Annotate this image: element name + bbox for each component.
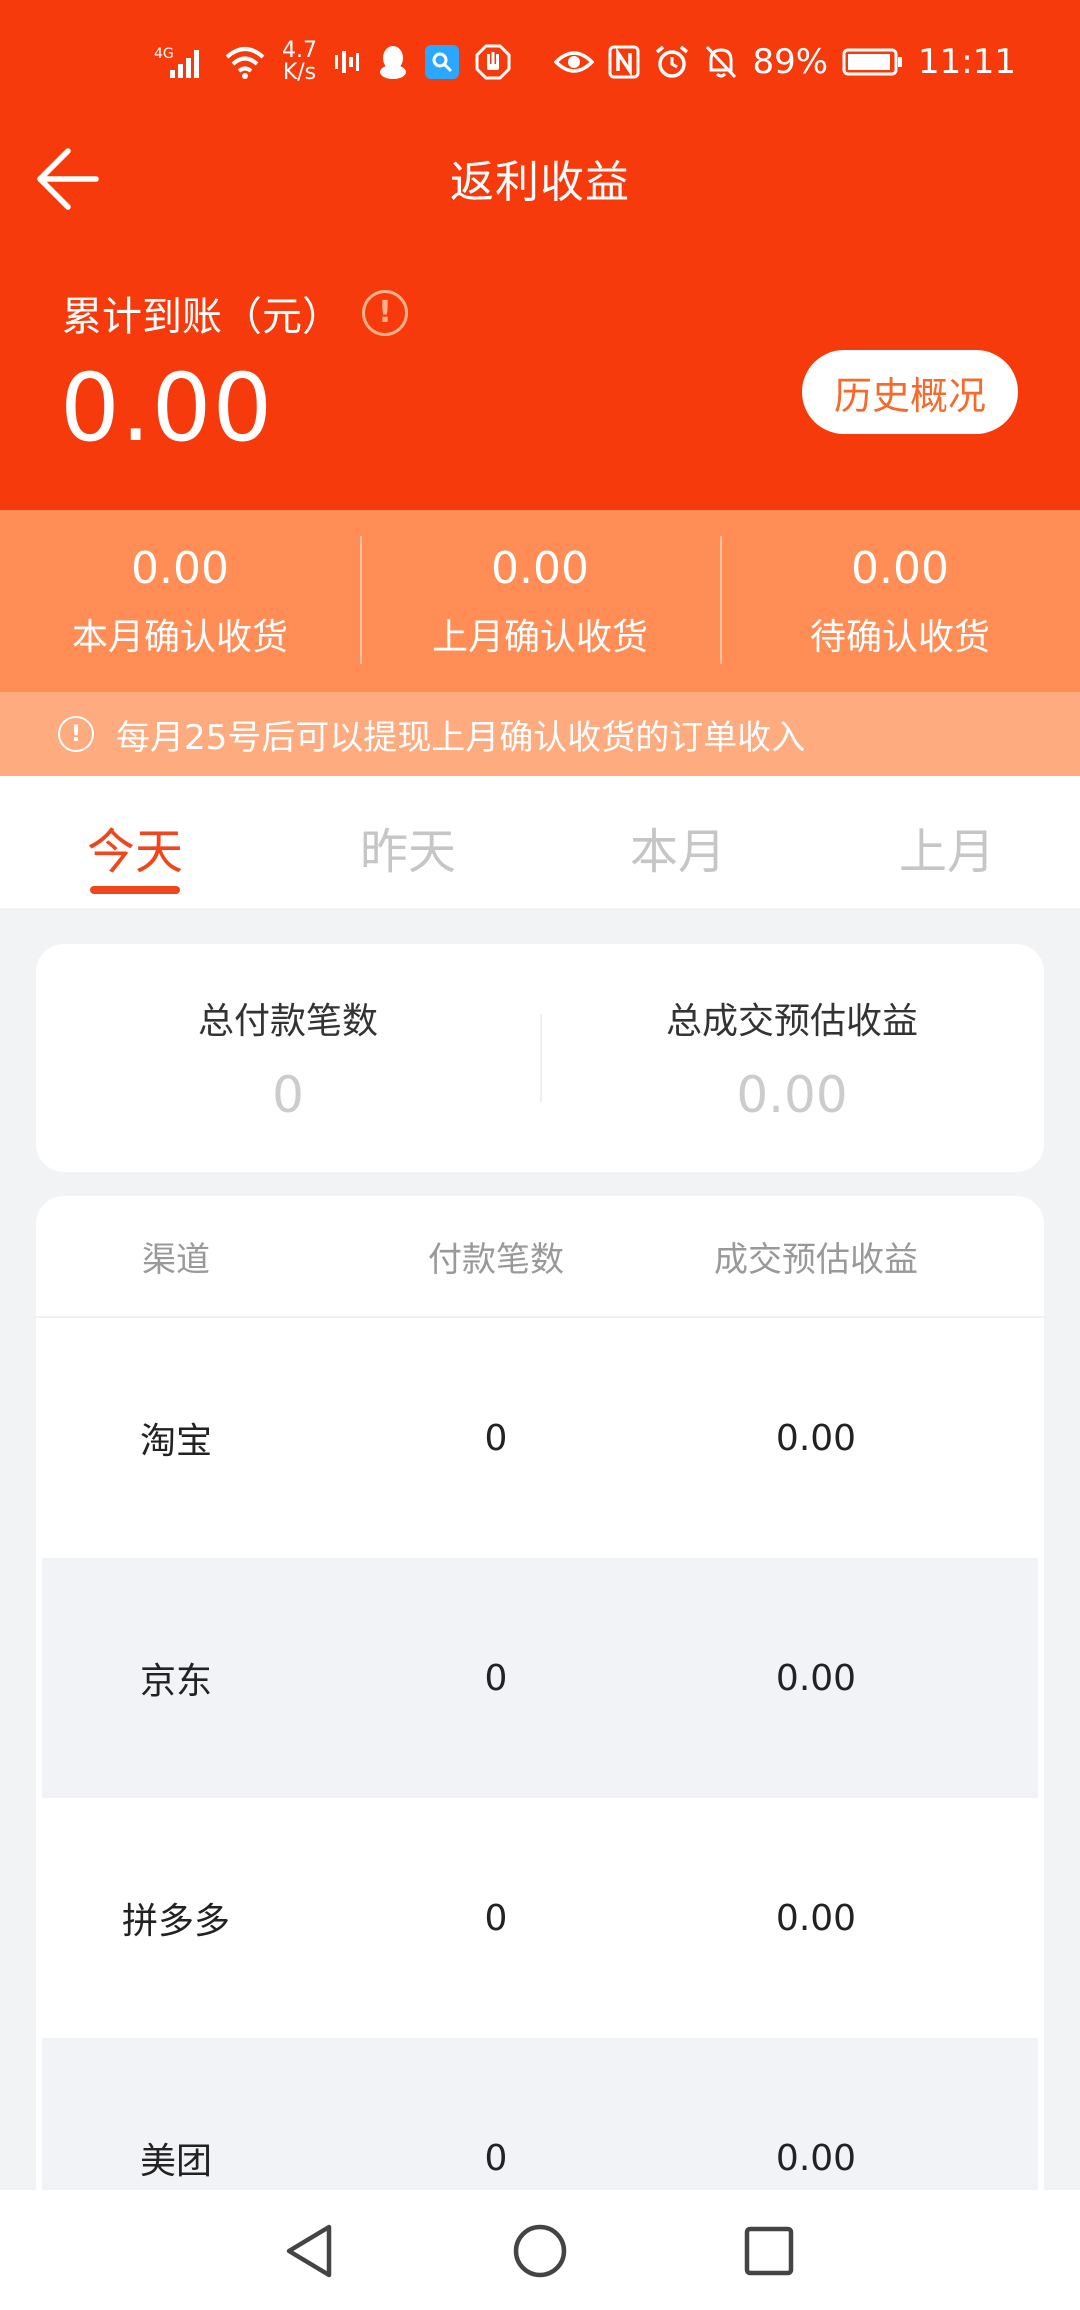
stat-value: 0.00 [491, 542, 589, 594]
header-estimated-income: 成交预估收益 [714, 1239, 918, 1280]
row-income: 0.00 [775, 1417, 857, 1459]
network-speed: 4.7 K/s [282, 40, 317, 84]
row-channel: 淘宝 [139, 1421, 212, 1462]
tab-today[interactable]: 今天 [65, 812, 205, 882]
cumulative-label: 累计到账（元） [62, 294, 342, 340]
summary-payments-label: 总付款笔数 [197, 1001, 378, 1042]
stat-value: 0.00 [131, 542, 229, 594]
summary-payments-value: 0 [272, 1066, 304, 1124]
square-recents-icon [744, 2226, 794, 2276]
active-tab-indicator [90, 886, 180, 894]
row-income: 0.00 [775, 1657, 857, 1699]
table-row: 淘宝 0 0.00 [36, 1318, 1044, 1558]
row-income: 0.00 [775, 1897, 857, 1939]
stat-label: 上月确认收货 [431, 616, 648, 658]
nav-home-button[interactable] [505, 2216, 575, 2286]
summary-income-label: 总成交预估收益 [665, 1001, 918, 1042]
circle-home-icon [513, 2224, 567, 2278]
alarm-icon [656, 45, 689, 78]
nav-back-button[interactable] [274, 2216, 344, 2286]
nfc-icon [608, 45, 640, 79]
row-count: 0 [484, 1417, 508, 1459]
network-type-label: 4G [154, 46, 174, 62]
wifi-icon [225, 47, 265, 79]
stat-last-month-confirmed: 0.00 上月确认收货 [360, 510, 720, 692]
app-root: 4G 4.7 K/s 89% 11:11 返利收益 累计到账（元） ! 0.00… [0, 0, 1080, 2310]
hand-stop-icon [475, 44, 511, 80]
stat-value: 0.00 [851, 542, 949, 594]
row-channel: 拼多多 [121, 1901, 230, 1942]
table-header: 渠道 付款笔数 成交预估收益 [36, 1196, 1044, 1318]
channel-table: 渠道 付款笔数 成交预估收益 淘宝 0 0.00 京东 0 0.00 拼多多 0… [36, 1196, 1044, 2236]
triangle-back-icon [286, 2224, 332, 2278]
info-circle-icon: ! [58, 716, 94, 752]
cellular-signal-icon: 4G [154, 46, 199, 78]
nav-recents-button[interactable] [734, 2216, 804, 2286]
table-row: 京东 0 0.00 [42, 1558, 1038, 1798]
network-speed-value: 4.7 [282, 38, 317, 63]
stats-strip: 0.00 本月确认收货 0.00 上月确认收货 0.00 待确认收货 [0, 510, 1080, 692]
stat-pending-confirmation: 0.00 待确认收货 [720, 510, 1080, 692]
cumulative-amount: 0.00 [60, 354, 274, 463]
vibrate-icon [335, 51, 359, 73]
tab-last-month[interactable]: 上月 [877, 812, 1017, 882]
clock-time: 11:11 [918, 42, 1016, 82]
search-app-icon [425, 45, 459, 79]
header: 返利收益 累计到账（元） ! 0.00 历史概况 [0, 124, 1080, 510]
row-count: 0 [484, 1897, 508, 1939]
header-payment-count: 付款笔数 [428, 1239, 564, 1280]
status-right-icons: 89% 11:11 [554, 30, 1016, 94]
qq-penguin-icon [380, 46, 406, 79]
row-channel: 京东 [139, 1661, 212, 1702]
stat-label: 待确认收货 [809, 616, 990, 658]
system-navigation-bar [0, 2190, 1080, 2310]
cumulative-label-group: 累计到账（元） ! [62, 284, 408, 342]
status-left-icons: 4G 4.7 K/s [154, 30, 511, 94]
battery-percent: 89% [752, 42, 829, 82]
info-circle-icon[interactable]: ! [362, 290, 408, 336]
row-count: 0 [484, 1657, 508, 1699]
table-row: 拼多多 0 0.00 [36, 1798, 1044, 2038]
tab-this-month[interactable]: 本月 [608, 812, 748, 882]
summary-income: 总成交预估收益 0.00 [540, 944, 1044, 1172]
summary-payments: 总付款笔数 0 [36, 944, 540, 1172]
page-title: 返利收益 [450, 157, 630, 208]
tab-yesterday[interactable]: 昨天 [338, 812, 478, 882]
stat-label: 本月确认收货 [71, 616, 288, 658]
battery-icon [842, 48, 903, 76]
bell-muted-icon [706, 45, 737, 79]
status-bar: 4G 4.7 K/s 89% 11:11 [0, 0, 1080, 124]
summary-income-value: 0.00 [736, 1066, 848, 1124]
history-overview-button[interactable]: 历史概况 [802, 350, 1018, 434]
stat-this-month-confirmed: 0.00 本月确认收货 [0, 510, 360, 692]
eye-icon [554, 51, 595, 73]
withdraw-notice-text: 每月25号后可以提现上月确认收货的订单收入 [116, 717, 806, 758]
network-speed-unit: K/s [282, 60, 317, 85]
summary-card: 总付款笔数 0 总成交预估收益 0.00 [36, 944, 1044, 1172]
header-channel: 渠道 [142, 1239, 210, 1280]
period-tabs: 今天 昨天 本月 上月 [0, 776, 1080, 908]
withdraw-notice: ! 每月25号后可以提现上月确认收货的订单收入 [0, 692, 1080, 776]
